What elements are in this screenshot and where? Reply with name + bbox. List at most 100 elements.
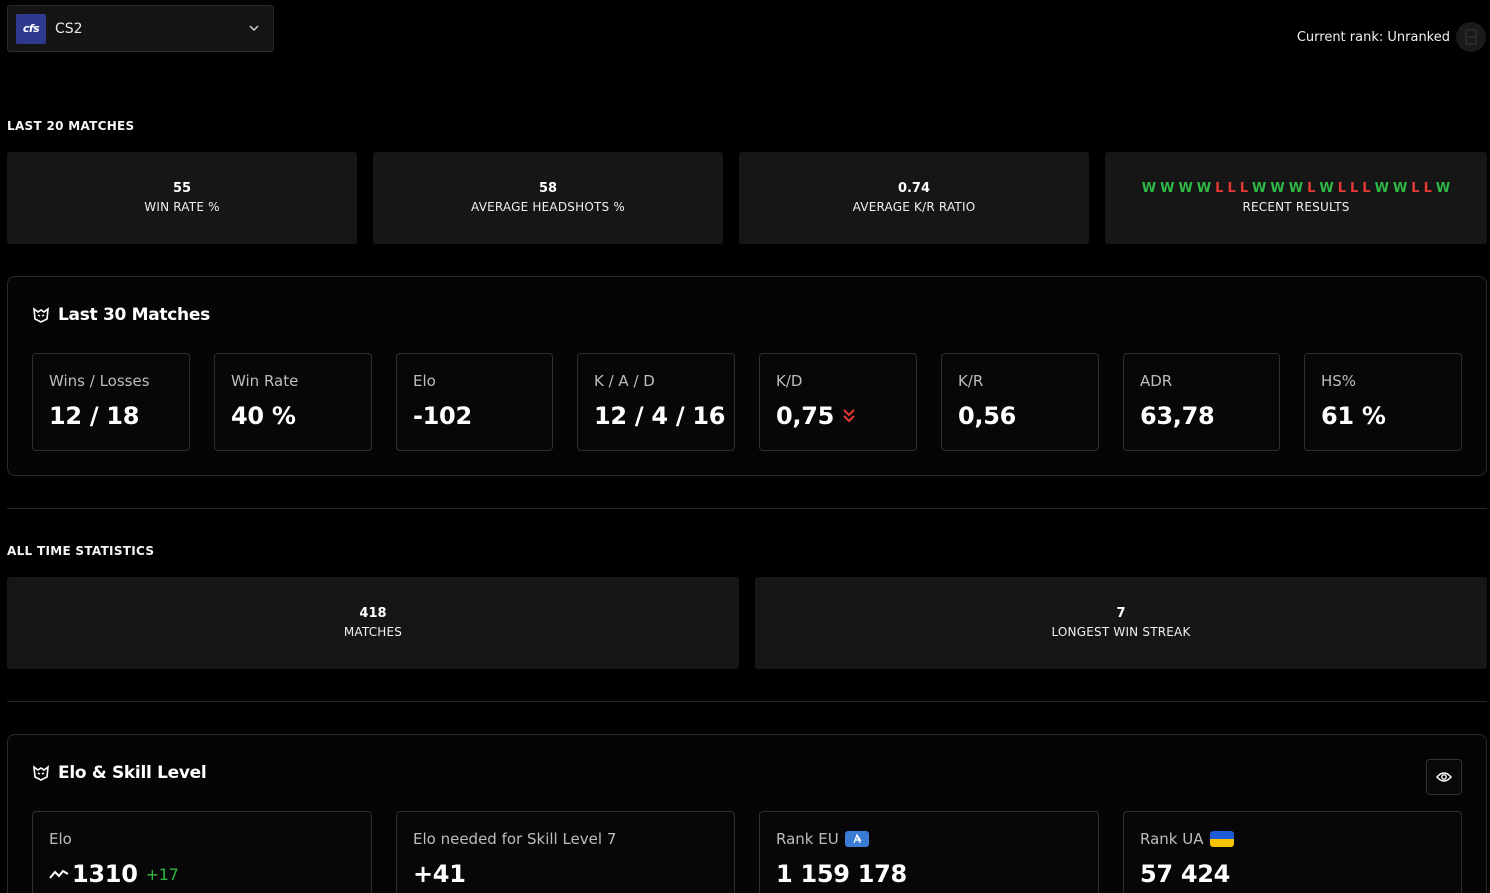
page: cfs CS2 Current rank: Unranked LAST 20 M… <box>0 0 1490 893</box>
matches-value: 418 <box>359 606 387 621</box>
all-time-section-title: ALL TIME STATISTICS <box>7 544 155 558</box>
result-loss: L <box>1411 181 1420 196</box>
stat-label: Win Rate <box>231 372 299 390</box>
stat-value-wrap: 1310 +17 <box>49 860 179 888</box>
divider <box>7 701 1487 702</box>
result-win: W <box>1160 181 1175 196</box>
last-30-title: Last 30 Matches <box>58 305 210 325</box>
result-win: W <box>1319 181 1334 196</box>
current-rank: Current rank: Unranked <box>1297 22 1486 52</box>
result-loss: L <box>1307 181 1316 196</box>
stat-label: Rank UA <box>1140 830 1204 848</box>
stat-value: 57 424 <box>1140 860 1231 888</box>
result-loss: L <box>1350 181 1359 196</box>
result-win: W <box>1196 181 1212 196</box>
stat-value: 12 / 18 <box>49 402 140 430</box>
double-chevron-down-icon <box>843 409 855 423</box>
stat-label: HS% <box>1321 372 1357 390</box>
stat-value: 63,78 <box>1140 402 1215 430</box>
avg-kr-label: AVERAGE K/R RATIO <box>852 200 976 214</box>
result-win: W <box>1141 181 1157 196</box>
stat-kad: K / A / D 12 / 4 / 16 <box>577 353 735 451</box>
stat-label: Elo needed for Skill Level 7 <box>413 830 617 848</box>
avg-headshots-label: AVERAGE HEADSHOTS % <box>471 200 625 214</box>
stat-label: Elo <box>413 372 436 390</box>
result-loss: L <box>1227 181 1236 196</box>
stat-value: 0,56 <box>958 402 1017 430</box>
stat-value: 1 159 178 <box>776 860 907 888</box>
longest-streak-card: 7 LONGEST WIN STREAK <box>755 577 1487 669</box>
stat-label: Rank EU <box>776 830 839 848</box>
stat-label-wrap: Rank EU <box>776 830 869 848</box>
game-name: CS2 <box>55 20 83 37</box>
stat-wins-losses: Wins / Losses 12 / 18 <box>32 353 190 451</box>
ua-flag-icon <box>1209 831 1234 847</box>
result-loss: L <box>1215 181 1224 196</box>
elo-skill-header: Elo & Skill Level <box>32 763 207 783</box>
win-rate-value: 55 <box>172 181 192 196</box>
stat-label: ADR <box>1140 372 1173 390</box>
elo-skill-title: Elo & Skill Level <box>58 763 207 783</box>
stat-elo: Elo -102 <box>396 353 553 451</box>
stat-kd: K/D 0,75 <box>759 353 917 451</box>
result-win: W <box>1178 181 1193 196</box>
trend-line-icon <box>49 869 69 879</box>
win-rate-card: 55 WIN RATE % <box>7 152 357 244</box>
chevron-down-icon <box>249 25 259 32</box>
result-win: W <box>1392 181 1408 196</box>
stat-label: K / A / D <box>594 372 655 390</box>
stat-value: 40 % <box>231 402 296 430</box>
avg-kr-value: 0.74 <box>897 181 931 196</box>
recent-results-list: WWWWLLLWWWLWLLLWWLLW <box>1142 180 1450 198</box>
faceit-wolf-icon <box>33 765 49 781</box>
eye-icon <box>1436 772 1452 782</box>
recent-results-card: WWWWLLLWWWLWLLLWWLLW RECENT RESULTS <box>1105 152 1487 244</box>
result-loss: L <box>1423 181 1432 196</box>
stat-kr: K/R 0,56 <box>941 353 1099 451</box>
avg-headshots-value: 58 <box>538 181 558 196</box>
stat-rank-eu: Rank EU 1 159 178 <box>759 811 1099 893</box>
longest-streak-label: LONGEST WIN STREAK <box>1051 625 1191 639</box>
elo-skill-panel: Elo & Skill Level Elo 1310 +17 Elo neede… <box>7 734 1487 893</box>
result-loss: L <box>1239 181 1249 196</box>
stat-hs: HS% 61 % <box>1304 353 1462 451</box>
stat-label: Elo <box>49 830 72 848</box>
game-logo: cfs <box>16 13 46 44</box>
eu-flag-icon <box>844 831 869 847</box>
rank-badge-icon <box>1456 22 1486 52</box>
avg-kr-card: 0.74 AVERAGE K/R RATIO <box>739 152 1089 244</box>
current-rank-text: Current rank: Unranked <box>1296 29 1450 45</box>
game-select-dropdown[interactable]: cfs CS2 <box>7 5 274 52</box>
matches-label: MATCHES <box>343 625 403 639</box>
last-30-header: Last 30 Matches <box>32 305 210 325</box>
win-rate-label: WIN RATE % <box>144 200 220 214</box>
stat-value-wrap: 0,75 <box>776 402 856 430</box>
stat-rank-ua: Rank UA 57 424 <box>1123 811 1462 893</box>
stat-value: +41 <box>413 860 466 888</box>
stat-value: 1310 <box>72 860 138 888</box>
stat-label: K/D <box>776 372 803 390</box>
stat-value: 61 % <box>1321 402 1386 430</box>
last-30-panel: Last 30 Matches Wins / Losses 12 / 18 Wi… <box>7 276 1487 476</box>
divider <box>7 508 1487 509</box>
result-loss: L <box>1337 181 1346 196</box>
stat-value: 12 / 4 / 16 <box>594 402 726 430</box>
stat-value: 0,75 <box>776 402 835 430</box>
toggle-visibility-button[interactable] <box>1426 759 1462 795</box>
result-win: W <box>1270 181 1285 196</box>
result-win: W <box>1374 181 1389 196</box>
matches-card: 418 MATCHES <box>7 577 739 669</box>
longest-streak-value: 7 <box>1116 606 1126 621</box>
result-win: W <box>1252 181 1267 196</box>
result-win: W <box>1435 181 1451 196</box>
stat-label-wrap: Rank UA <box>1140 830 1234 848</box>
stat-value: -102 <box>413 402 472 430</box>
stat-label: Wins / Losses <box>49 372 150 390</box>
elo-delta: +17 <box>145 864 179 884</box>
result-win: W <box>1288 181 1304 196</box>
stat-label: K/R <box>958 372 984 390</box>
stat-elo-needed: Elo needed for Skill Level 7 +41 <box>396 811 735 893</box>
stat-current-elo: Elo 1310 +17 <box>32 811 372 893</box>
stat-win-rate: Win Rate 40 % <box>214 353 372 451</box>
result-loss: L <box>1362 181 1371 196</box>
